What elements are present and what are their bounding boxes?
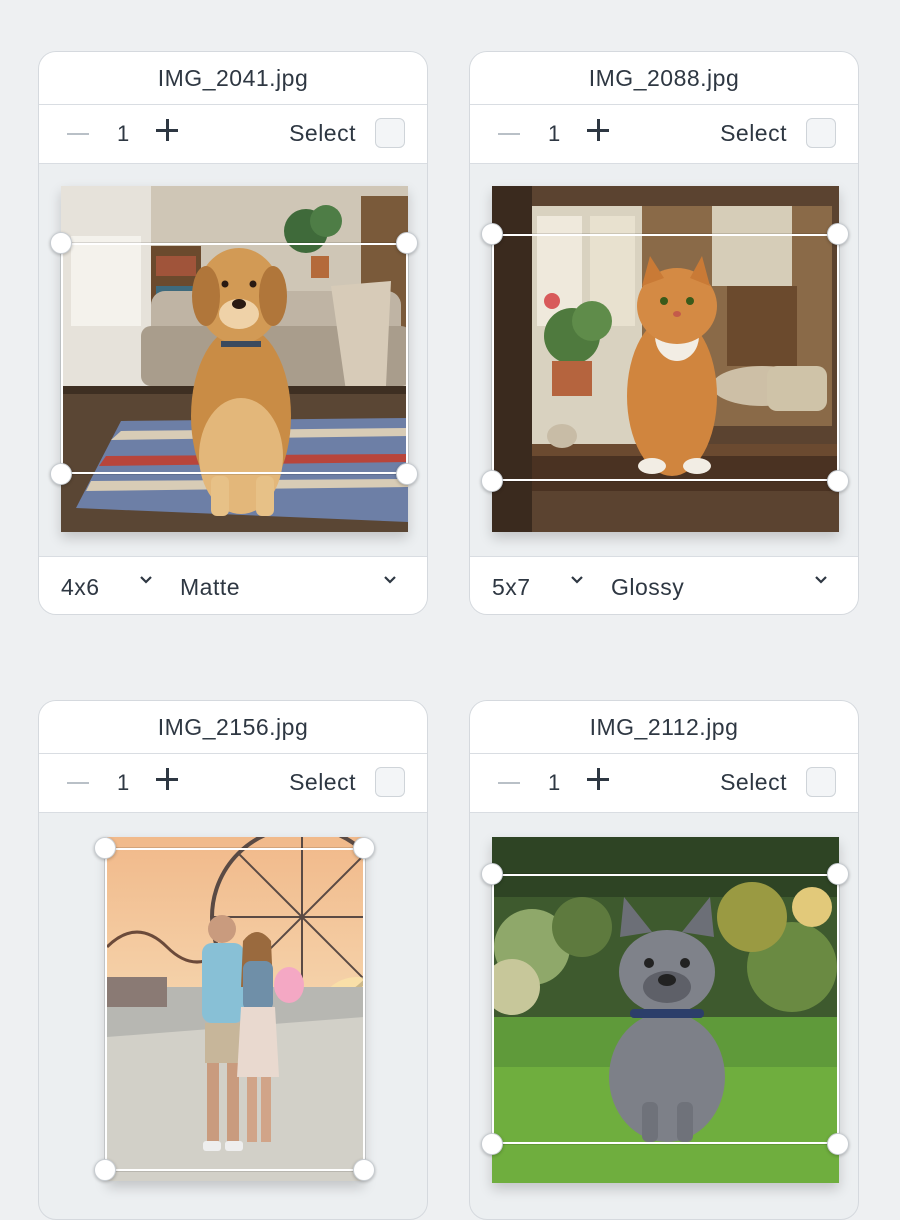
filename-header: IMG_2088.jpg: [470, 52, 858, 105]
crop-handle-top-left[interactable]: [94, 837, 116, 859]
quantity-value: 1: [117, 770, 130, 795]
crop-handle-bottom-left[interactable]: [50, 463, 72, 485]
plus-icon[interactable]: [156, 768, 178, 790]
filename: IMG_2088.jpg: [588, 64, 740, 91]
select-checkbox[interactable]: [806, 767, 836, 797]
select-checkbox[interactable]: [375, 118, 405, 148]
quantity-controls: 1 Select: [39, 754, 427, 813]
chevron-down-icon[interactable]: [814, 573, 828, 587]
finish-select[interactable]: Glossy: [611, 574, 684, 601]
quantity-value: 1: [548, 770, 561, 795]
chevron-down-icon[interactable]: [139, 573, 153, 587]
filename-header: IMG_2041.jpg: [39, 52, 427, 105]
filename: IMG_2156.jpg: [157, 713, 309, 740]
photo-preview-area: [470, 164, 858, 556]
minus-icon[interactable]: [498, 133, 520, 135]
crop-frame[interactable]: [492, 874, 839, 1144]
size-select[interactable]: 4x6: [61, 574, 100, 601]
print-options: 4x6 Matte: [39, 556, 427, 614]
quantity-value: 1: [548, 121, 561, 146]
filename: IMG_2041.jpg: [157, 64, 309, 91]
minus-icon[interactable]: [67, 133, 89, 135]
photo-preview-area: [39, 813, 427, 1205]
minus-icon[interactable]: [498, 782, 520, 784]
filename-header: IMG_2112.jpg: [470, 701, 858, 754]
crop-frame[interactable]: [61, 243, 408, 474]
crop-handle-top-left[interactable]: [481, 223, 503, 245]
crop-handle-bottom-left[interactable]: [94, 1159, 116, 1181]
select-label: Select: [720, 120, 787, 146]
crop-frame[interactable]: [492, 234, 839, 481]
plus-icon[interactable]: [156, 119, 178, 141]
print-card: IMG_2041.jpg 1 Select 4x6 Matte: [38, 51, 428, 615]
crop-handle-bottom-right[interactable]: [396, 463, 418, 485]
select-checkbox[interactable]: [806, 118, 836, 148]
crop-handle-top-left[interactable]: [481, 863, 503, 885]
select-label: Select: [289, 120, 356, 146]
quantity-value: 1: [117, 121, 130, 146]
filename-header: IMG_2156.jpg: [39, 701, 427, 754]
plus-icon[interactable]: [587, 768, 609, 790]
plus-icon[interactable]: [587, 119, 609, 141]
quantity-controls: 1 Select: [39, 105, 427, 164]
select-checkbox[interactable]: [375, 767, 405, 797]
crop-handle-top-left[interactable]: [50, 232, 72, 254]
select-label: Select: [720, 769, 787, 795]
select-label: Select: [289, 769, 356, 795]
crop-handle-bottom-right[interactable]: [827, 470, 849, 492]
minus-icon[interactable]: [67, 782, 89, 784]
crop-handle-top-right[interactable]: [827, 223, 849, 245]
quantity-controls: 1 Select: [470, 105, 858, 164]
chevron-down-icon[interactable]: [570, 573, 584, 587]
crop-frame[interactable]: [105, 848, 365, 1171]
crop-handle-top-right[interactable]: [396, 232, 418, 254]
print-card: IMG_2112.jpg 1 Select: [469, 700, 859, 1220]
crop-handle-bottom-right[interactable]: [353, 1159, 375, 1181]
photo-preview-area: [39, 164, 427, 556]
print-card: IMG_2156.jpg 1 Select: [38, 700, 428, 1220]
finish-select[interactable]: Matte: [180, 574, 240, 601]
size-select[interactable]: 5x7: [492, 574, 531, 601]
photo-preview-area: [470, 813, 858, 1205]
crop-handle-bottom-left[interactable]: [481, 470, 503, 492]
crop-handle-bottom-left[interactable]: [481, 1133, 503, 1155]
quantity-controls: 1 Select: [470, 754, 858, 813]
print-card: IMG_2088.jpg 1 Select 5x7 Glossy: [469, 51, 859, 615]
crop-handle-bottom-right[interactable]: [827, 1133, 849, 1155]
crop-handle-top-right[interactable]: [353, 837, 375, 859]
print-options: 5x7 Glossy: [470, 556, 858, 614]
filename: IMG_2112.jpg: [589, 713, 739, 740]
crop-handle-top-right[interactable]: [827, 863, 849, 885]
chevron-down-icon[interactable]: [383, 573, 397, 587]
